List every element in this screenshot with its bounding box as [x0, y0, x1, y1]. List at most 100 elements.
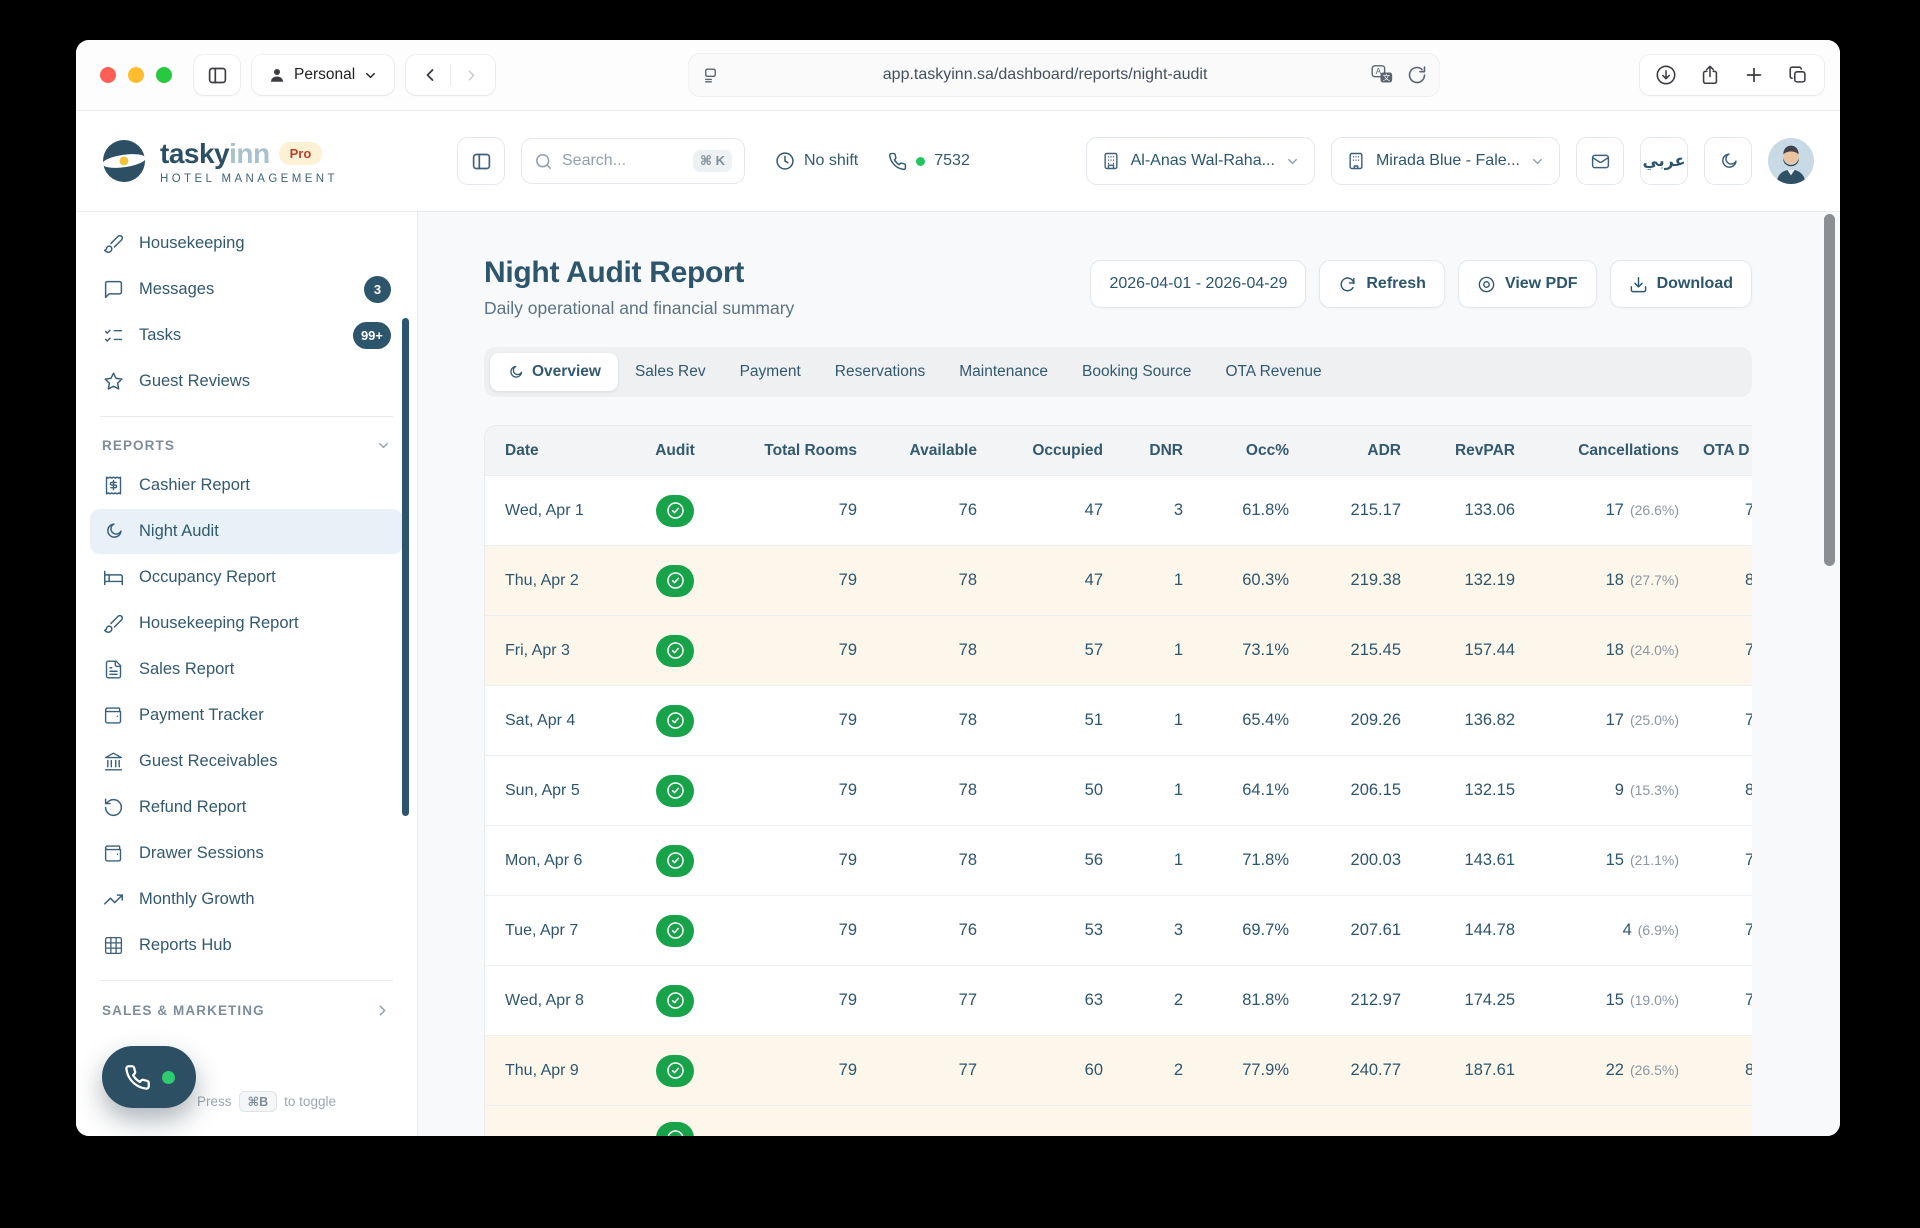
browser-sidebar-toggle-button[interactable]: [194, 55, 240, 95]
zoom-window-button[interactable]: [156, 67, 172, 83]
sidebar-item-tasks[interactable]: Tasks 99+: [90, 313, 403, 358]
logo: taskyinn Pro HOTEL MANAGEMENT: [76, 137, 441, 185]
phone-extension[interactable]: 7532: [888, 152, 970, 171]
new-tab-button[interactable]: [1732, 55, 1776, 95]
tab-maintenance[interactable]: Maintenance: [942, 353, 1065, 391]
audit-verified-badge: [656, 844, 694, 877]
translate-icon[interactable]: A文: [1371, 65, 1395, 85]
cell-ota: 8: [1699, 571, 1752, 590]
plus-icon: [1743, 64, 1765, 86]
table-row-thu-apr-9[interactable]: Thu, Apr 9 79 77 60 2 77.9% 240.77 187.61 22 (26.…: [485, 1035, 1752, 1105]
sidebar-item-label: Occupancy Report: [139, 568, 276, 586]
sidebar-item-drawer-sessions[interactable]: Drawer Sessions: [90, 831, 403, 876]
messages-button[interactable]: [1576, 137, 1624, 185]
cell-adr: [1309, 1106, 1421, 1122]
user-avatar[interactable]: [1768, 138, 1814, 184]
download-button[interactable]: Download: [1609, 260, 1752, 308]
table-row-thu-apr-2[interactable]: Thu, Apr 2 79 78 47 1 60.3% 219.38 132.19 18 (27.…: [485, 545, 1752, 615]
column-header-occupied: Occupied: [1032, 441, 1103, 459]
cell-canc: 9 (15.3%): [1614, 781, 1679, 799]
sidebar-item-refund-report[interactable]: Refund Report: [90, 785, 403, 830]
sidebar-scrollbar[interactable]: [402, 318, 409, 816]
tab-booking-source[interactable]: Booking Source: [1065, 353, 1208, 391]
sidebar-item-occupancy-report[interactable]: Occupancy Report: [90, 555, 403, 600]
table-row-sat-apr-4[interactable]: Sat, Apr 4 79 78 51 1 65.4% 209.26 136.82 17 (25.…: [485, 685, 1752, 755]
cell-ota: 7: [1699, 991, 1752, 1010]
address-bar[interactable]: app.taskyinn.sa/dashboard/reports/night-…: [688, 54, 1439, 96]
table-row-partial[interactable]: [485, 1105, 1752, 1136]
sidebar-item-label: Refund Report: [139, 798, 247, 816]
table-row-mon-apr-6[interactable]: Mon, Apr 6 79 78 56 1 71.8% 200.03 143.61 15 (21.…: [485, 825, 1752, 895]
column-header-date: Date: [505, 441, 539, 459]
minimize-window-button[interactable]: [128, 67, 144, 83]
search-input[interactable]: Search... ⌘ K: [521, 138, 745, 184]
audit-verified-badge: [656, 1122, 694, 1136]
browser-actions: [1640, 55, 1824, 95]
tab-overview[interactable]: Overview: [490, 353, 618, 391]
sidebar-collapse-button[interactable]: [457, 137, 505, 185]
company-selector[interactable]: Al-Anas Wal-Raha...: [1085, 137, 1315, 185]
sidebar-item-label: Tasks: [139, 326, 182, 344]
sidebar-item-night-audit[interactable]: Night Audit: [90, 509, 403, 554]
cell-adr: 240.77: [1350, 1061, 1401, 1079]
tab-label: Overview: [532, 363, 601, 380]
sidebar-item-sales-report[interactable]: Sales Report: [90, 647, 403, 692]
phone-call-fab[interactable]: [102, 1046, 196, 1108]
cell-occ_pct: 73.1%: [1242, 641, 1289, 659]
language-toggle-button[interactable]: عربي: [1640, 137, 1688, 185]
cell-occ_pct: 77.9%: [1242, 1061, 1289, 1079]
bank-icon: [102, 751, 124, 773]
sidebar-item-reports-hub[interactable]: Reports Hub: [90, 923, 403, 968]
cell-total: 79: [838, 991, 857, 1009]
sidebar-item-messages[interactable]: Messages 3: [90, 267, 403, 312]
reload-icon[interactable]: [1407, 65, 1427, 85]
sidebar-item-guest-receivables[interactable]: Guest Receivables: [90, 739, 403, 784]
forward-button[interactable]: [451, 55, 491, 95]
cell-occ: [997, 1106, 1123, 1122]
sidebar-item-payment-tracker[interactable]: Payment Tracker: [90, 693, 403, 738]
table-row-sun-apr-5[interactable]: Sun, Apr 5 79 78 50 1 64.1% 206.15 132.15 9 (15.3…: [485, 755, 1752, 825]
grid-icon: [102, 935, 124, 957]
sidebar-item-housekeeping[interactable]: Housekeeping: [90, 221, 403, 266]
tab-overview-button[interactable]: [1776, 55, 1820, 95]
shift-status[interactable]: No shift: [775, 151, 858, 171]
cell-adr: 209.26: [1350, 711, 1401, 729]
refresh-button[interactable]: Refresh: [1319, 260, 1445, 308]
tab-reservations[interactable]: Reservations: [818, 353, 942, 391]
sidebar-item-guest-reviews[interactable]: Guest Reviews: [90, 359, 403, 404]
audit-verified-badge: [656, 494, 694, 527]
cell-audit: [635, 704, 715, 737]
table-row-wed-apr-8[interactable]: Wed, Apr 8 79 77 63 2 81.8% 212.97 174.25 15 (19.…: [485, 965, 1752, 1035]
table-row-wed-apr-1[interactable]: Wed, Apr 1 79 76 47 3 61.8% 215.17 133.06 17 (26.…: [485, 475, 1752, 545]
chevron-down-icon: [1285, 154, 1300, 169]
date-range-button[interactable]: 2026-04-01 - 2026-04-29: [1090, 260, 1307, 308]
sidebar-item-monthly-growth[interactable]: Monthly Growth: [90, 877, 403, 922]
chevron-down-icon: [376, 438, 391, 453]
browser-toolbar: Personal app.taskyinn.sa/dashboard/repor…: [76, 40, 1840, 111]
view-pdf-button[interactable]: View PDF: [1457, 260, 1597, 308]
cell-dnr: 2: [1173, 991, 1183, 1009]
table-row-tue-apr-7[interactable]: Tue, Apr 7 79 76 53 3 69.7% 207.61 144.78 4 (6.9%…: [485, 895, 1752, 965]
page-scrollbar[interactable]: [1824, 214, 1835, 566]
property-selector[interactable]: Mirada Blue - Fale...: [1330, 137, 1560, 185]
downloads-button[interactable]: [1644, 55, 1688, 95]
cell-avail: 76: [958, 921, 977, 939]
pro-badge: Pro: [278, 142, 323, 165]
tab-ota-revenue[interactable]: OTA Revenue: [1208, 353, 1338, 391]
share-button[interactable]: [1688, 55, 1732, 95]
dark-mode-button[interactable]: [1704, 137, 1752, 185]
table-row-fri-apr-3[interactable]: Fri, Apr 3 79 78 57 1 73.1% 215.45 157.44 18 (24.…: [485, 615, 1752, 685]
browser-profile-button[interactable]: Personal: [252, 55, 395, 95]
section-sales-marketing[interactable]: SALES & MARKETING: [76, 993, 417, 1028]
cell-dnr: 1: [1173, 781, 1183, 799]
tab-sales-rev[interactable]: Sales Rev: [618, 353, 723, 391]
tab-payment[interactable]: Payment: [723, 353, 818, 391]
download-icon: [1629, 275, 1648, 294]
cell-dnr: 1: [1173, 851, 1183, 869]
phone-icon: [888, 152, 907, 171]
sidebar-item-cashier-report[interactable]: Cashier Report: [90, 463, 403, 508]
sidebar-item-housekeeping-report[interactable]: Housekeeping Report: [90, 601, 403, 646]
section-reports[interactable]: REPORTS: [76, 429, 417, 462]
close-window-button[interactable]: [100, 67, 116, 83]
back-button[interactable]: [410, 55, 450, 95]
